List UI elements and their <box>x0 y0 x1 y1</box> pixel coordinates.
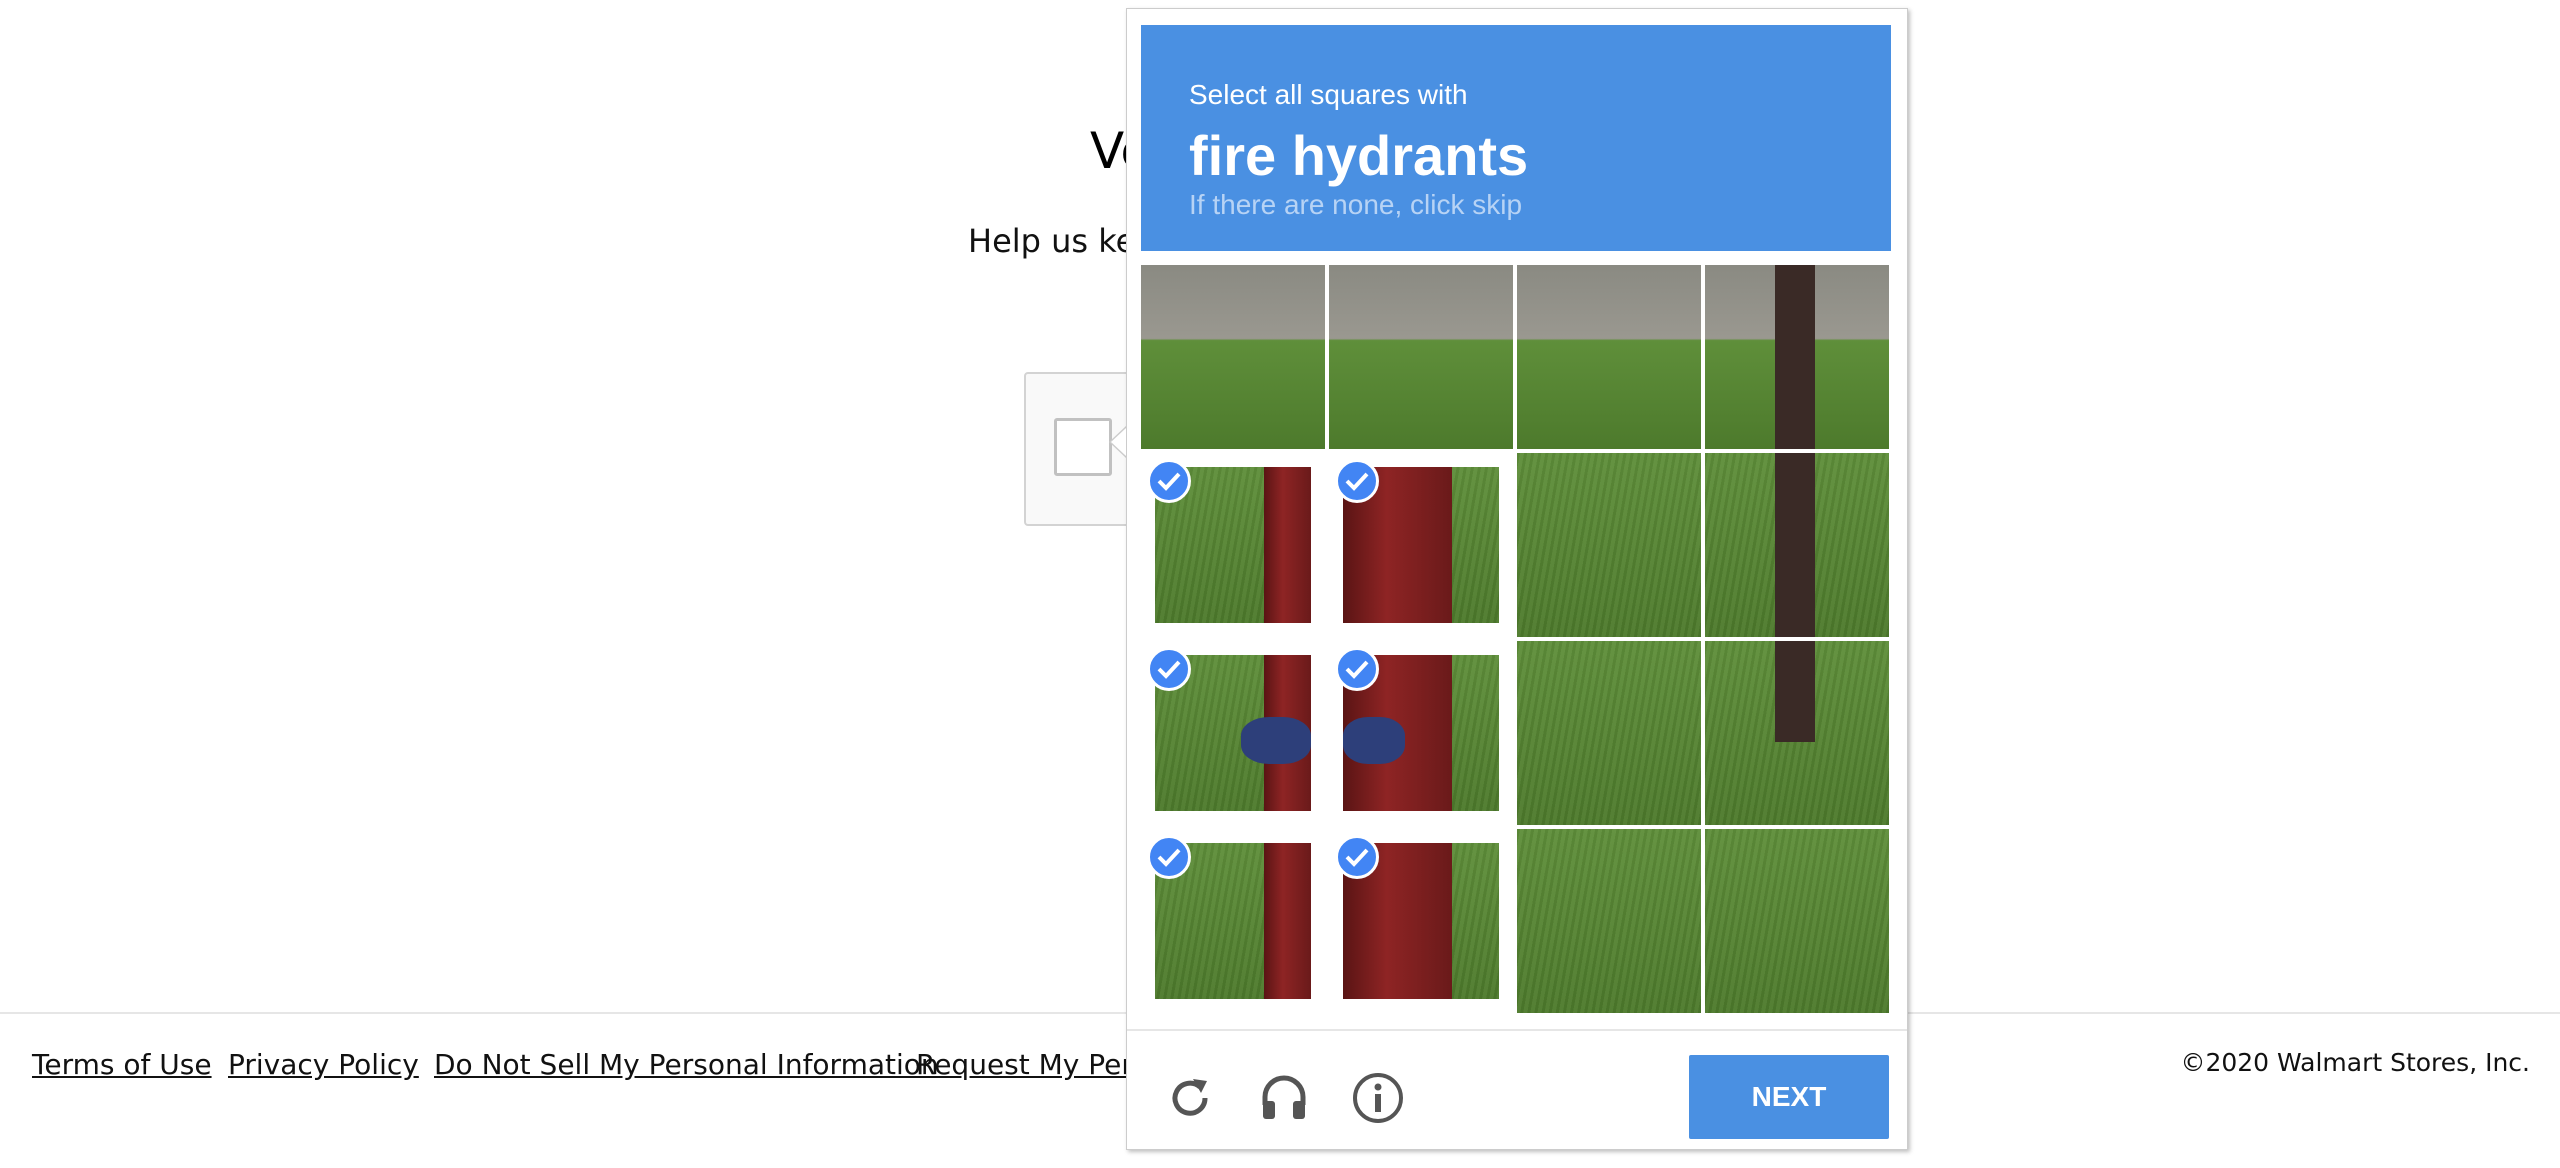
checkmark-icon <box>1335 647 1379 691</box>
tile-image <box>1517 265 1701 449</box>
grid-tile[interactable] <box>1141 641 1325 825</box>
checkmark-icon <box>1147 459 1191 503</box>
hydrant-ring <box>1343 717 1406 765</box>
tile-image <box>1517 641 1701 825</box>
terms-of-use-link[interactable]: Terms of Use <box>32 1048 212 1081</box>
hydrant-region <box>1264 843 1311 999</box>
pole-region <box>1774 265 1816 449</box>
not-a-robot-checkbox[interactable] <box>1054 418 1112 476</box>
challenge-hint: If there are none, click skip <box>1189 189 1523 220</box>
tile-image <box>1517 829 1701 1013</box>
privacy-policy-link[interactable]: Privacy Policy <box>228 1048 419 1081</box>
tile-image <box>1329 265 1513 449</box>
grid-tile[interactable] <box>1141 265 1325 449</box>
challenge-instruction: Select all squares with <box>1189 79 1468 110</box>
tile-image <box>1705 829 1889 1013</box>
hydrant-region <box>1264 467 1311 623</box>
image-grid <box>1141 265 1891 1019</box>
grid-tile[interactable] <box>1517 641 1701 825</box>
grid-tile[interactable] <box>1329 265 1513 449</box>
grid-tile[interactable] <box>1517 453 1701 637</box>
tile-image <box>1517 453 1701 637</box>
checkmark-icon <box>1147 647 1191 691</box>
reload-icon[interactable] <box>1163 1071 1217 1125</box>
tile-image <box>1705 453 1889 637</box>
grid-tile[interactable] <box>1329 453 1513 637</box>
grid-tile[interactable] <box>1517 265 1701 449</box>
grid-tile[interactable] <box>1705 641 1889 825</box>
grid-tile[interactable] <box>1329 641 1513 825</box>
tile-image <box>1141 265 1325 449</box>
do-not-sell-link[interactable]: Do Not Sell My Personal Information <box>434 1048 939 1081</box>
grid-tile[interactable] <box>1705 453 1889 637</box>
grid-tile[interactable] <box>1141 453 1325 637</box>
grid-tile[interactable] <box>1141 829 1325 1013</box>
image-challenge-dialog: Select all squares with fire hydrants If… <box>1126 8 1908 1150</box>
grid-tile[interactable] <box>1705 829 1889 1013</box>
grid-tile[interactable] <box>1517 829 1701 1013</box>
checkmark-icon <box>1335 459 1379 503</box>
audio-icon[interactable] <box>1257 1071 1311 1125</box>
challenge-banner: Select all squares with fire hydrants If… <box>1141 25 1891 251</box>
tile-image <box>1705 641 1889 825</box>
pole-region <box>1774 453 1816 637</box>
info-icon[interactable] <box>1351 1071 1405 1125</box>
checkmark-icon <box>1147 835 1191 879</box>
hydrant-ring <box>1240 717 1311 765</box>
tile-image <box>1705 265 1889 449</box>
grid-tile[interactable] <box>1705 265 1889 449</box>
next-button[interactable]: NEXT <box>1689 1055 1889 1139</box>
challenge-target: fire hydrants <box>1189 124 1529 187</box>
pole-region <box>1774 641 1816 743</box>
grid-tile[interactable] <box>1329 829 1513 1013</box>
checkmark-icon <box>1335 835 1379 879</box>
challenge-toolbar: NEXT <box>1127 1029 1907 1151</box>
popup-pointer <box>1111 428 1126 456</box>
copyright: ©2020 Walmart Stores, Inc. <box>2180 1048 2530 1077</box>
